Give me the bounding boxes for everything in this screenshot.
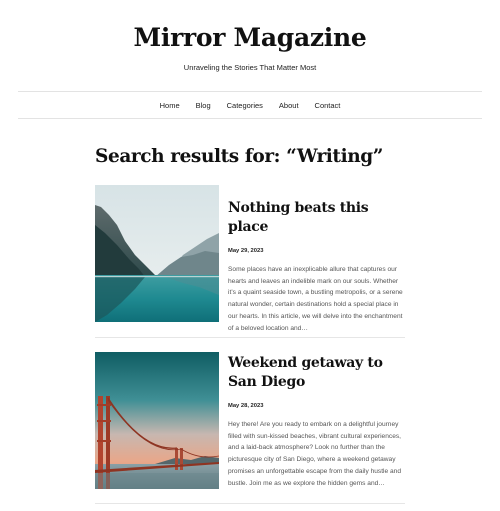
mountain-lake-image-graphic — [95, 185, 219, 322]
post-card: Nothing beats this place May 29, 2023 So… — [95, 185, 405, 334]
post-divider — [95, 503, 405, 504]
nav-item-home[interactable]: Home — [160, 101, 180, 110]
site-tagline: Unraveling the Stories That Matter Most — [183, 63, 317, 72]
site-header: Mirror Magazine Unraveling the Stories T… — [0, 0, 500, 72]
search-results-heading: Search results for: “Writing” — [95, 146, 384, 167]
post-card: Weekend getaway to San Diego May 28, 202… — [95, 352, 405, 489]
mountain-lake-image[interactable] — [95, 185, 219, 322]
nav-item-blog[interactable]: Blog — [196, 101, 211, 110]
post-date: May 28, 2023 — [228, 403, 264, 409]
nav-item-about[interactable]: About — [279, 101, 299, 110]
post-content: Weekend getaway to San Diego May 28, 202… — [228, 352, 405, 489]
nav-item-contact[interactable]: Contact — [315, 101, 341, 110]
post-excerpt: Some places have an inexplicable allure … — [228, 266, 403, 332]
post-title[interactable]: Weekend getaway to San Diego — [228, 354, 405, 392]
site-title[interactable]: Mirror Magazine — [0, 22, 500, 54]
bridge-sunset-image-graphic — [95, 352, 219, 489]
post-date: May 29, 2023 — [228, 248, 264, 254]
post-content: Nothing beats this place May 29, 2023 So… — [228, 185, 405, 334]
nav-item-categories[interactable]: Categories — [227, 101, 263, 110]
main-navigation: Home Blog Categories About Contact — [18, 91, 482, 119]
bridge-sunset-image[interactable] — [95, 352, 219, 489]
post-divider — [95, 337, 405, 338]
post-excerpt: Hey there! Are you ready to embark on a … — [228, 421, 402, 487]
post-title[interactable]: Nothing beats this place — [228, 199, 405, 237]
